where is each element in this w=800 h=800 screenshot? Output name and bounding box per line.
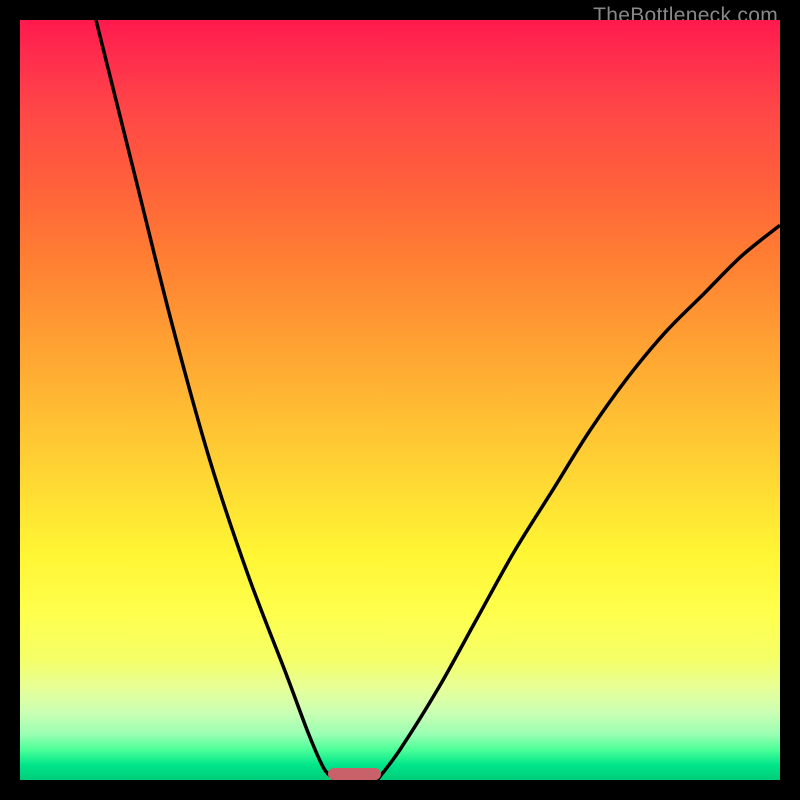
chart-container: TheBottleneck.com bbox=[0, 0, 800, 800]
plot-area bbox=[20, 20, 780, 780]
left-curve-path bbox=[96, 20, 335, 780]
right-curve-path bbox=[377, 225, 780, 780]
curve-svg bbox=[20, 20, 780, 780]
bottleneck-marker bbox=[328, 768, 381, 780]
